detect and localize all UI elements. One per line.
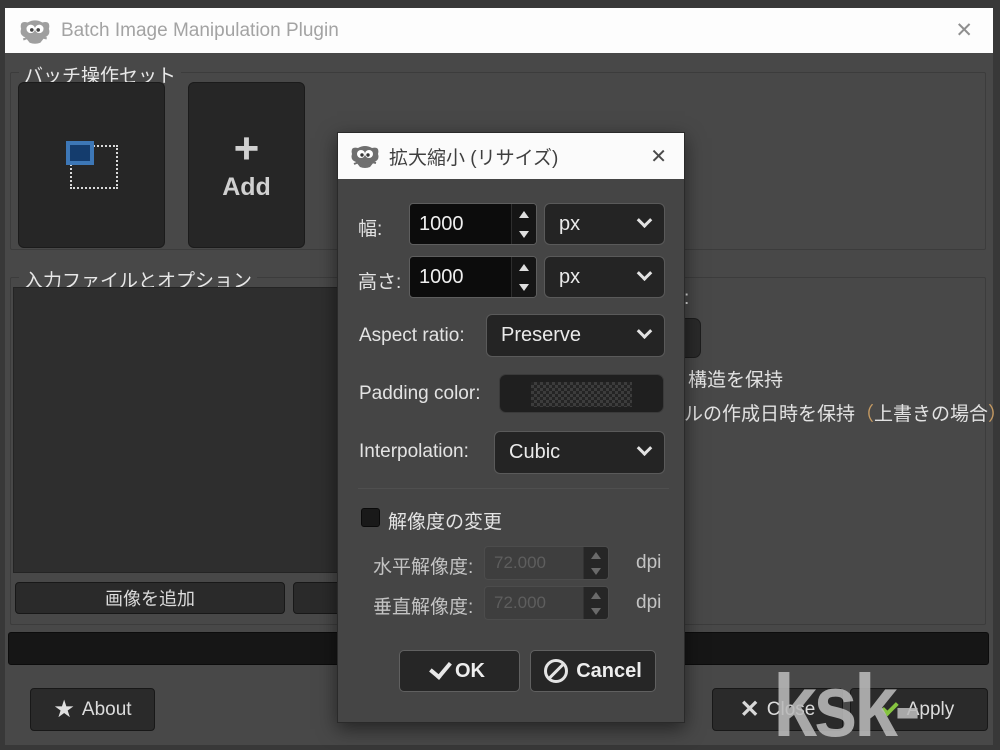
chevron-down-icon [637, 440, 653, 456]
keep-dates-label-fragment: ルの作成日時を保持（上書きの場合） [684, 399, 1000, 426]
padding-color-label: Padding color: [359, 383, 480, 405]
height-input[interactable] [410, 257, 511, 297]
chevron-down-icon [637, 212, 653, 228]
batch-step-resize-button[interactable] [18, 82, 165, 248]
arrow-up-icon [519, 264, 529, 271]
close-x-icon: ✕ [740, 698, 760, 722]
h-dpi-label: dpi [636, 552, 661, 574]
keep-structure-label-fragment: 構造を保持 [688, 365, 783, 392]
v-resolution-label: 垂直解像度: [373, 592, 473, 619]
change-resolution-checkbox[interactable] [361, 508, 380, 527]
height-label: 高さ: [358, 267, 401, 294]
h-res-spin-up-button [584, 547, 608, 563]
interpolation-dropdown[interactable]: Cubic [494, 431, 665, 474]
apply-check-icon [881, 699, 899, 717]
dialog-close-icon[interactable]: ✕ [645, 144, 672, 169]
resize-dialog: 拡大縮小 (リサイズ) ✕ 幅: px 高さ: px [337, 132, 685, 723]
width-spin-up-button[interactable] [512, 204, 536, 224]
resize-selection-icon [66, 141, 118, 189]
star-icon: ★ [53, 698, 75, 722]
height-spin-down-button[interactable] [512, 277, 536, 297]
padding-color-button[interactable] [499, 374, 664, 413]
add-button-label: Add [222, 173, 271, 202]
h-resolution-input [485, 547, 583, 579]
ok-check-icon [429, 656, 452, 680]
width-spin-down-button[interactable] [512, 224, 536, 244]
change-resolution-label: 解像度の変更 [388, 507, 502, 534]
cancel-button[interactable]: Cancel [530, 650, 656, 692]
arrow-down-icon [519, 284, 529, 291]
arrow-up-icon [591, 552, 601, 559]
width-input[interactable] [410, 204, 511, 244]
close-button[interactable]: ✕ Close [712, 688, 843, 731]
chevron-down-icon [637, 323, 653, 339]
interpolation-label: Interpolation: [359, 441, 469, 463]
about-button-label: About [82, 699, 132, 721]
bimp-window: Batch Image Manipulation Plugin ✕ バッチ操作セ… [0, 0, 1000, 750]
arrow-up-icon [519, 211, 529, 218]
transparency-checker-swatch [531, 382, 632, 407]
height-spin-up-button[interactable] [512, 257, 536, 277]
arrow-down-icon [591, 568, 601, 575]
cancel-prohibition-icon [544, 659, 568, 683]
window-close-icon[interactable]: ✕ [949, 18, 979, 43]
arrow-up-icon [591, 592, 601, 599]
window-titlebar: Batch Image Manipulation Plugin ✕ [5, 8, 993, 53]
about-button[interactable]: ★ About [30, 688, 155, 731]
v-dpi-label: dpi [636, 592, 661, 614]
dialog-titlebar: 拡大縮小 (リサイズ) ✕ [338, 133, 684, 179]
add-images-button[interactable]: 画像を追加 [15, 582, 285, 614]
cancel-button-label: Cancel [576, 660, 642, 683]
close-button-label: Close [767, 699, 816, 721]
separator [358, 488, 669, 489]
h-resolution-label: 水平解像度: [373, 552, 473, 579]
width-spinbox [409, 203, 537, 245]
gimp-wilber-icon [19, 18, 51, 44]
apply-button[interactable]: Apply [850, 688, 988, 731]
h-res-spin-down-button [584, 563, 608, 579]
dialog-title: 拡大縮小 (リサイズ) [389, 143, 558, 170]
window-title: Batch Image Manipulation Plugin [61, 20, 339, 42]
aspect-ratio-label: Aspect ratio: [359, 325, 465, 347]
h-resolution-spinbox [484, 546, 609, 580]
v-resolution-input [485, 587, 583, 619]
v-resolution-spinbox [484, 586, 609, 620]
v-res-spin-up-button [584, 587, 608, 603]
plus-icon: + [234, 129, 260, 169]
add-manipulation-button[interactable]: + Add [188, 82, 305, 248]
width-unit-dropdown[interactable]: px [544, 203, 665, 245]
ok-button-label: OK [455, 660, 485, 683]
arrow-down-icon [519, 231, 529, 238]
height-unit-dropdown[interactable]: px [544, 256, 665, 298]
height-spinbox [409, 256, 537, 298]
width-label: 幅: [358, 214, 382, 241]
apply-button-label: Apply [907, 699, 955, 721]
gimp-wilber-icon [350, 144, 380, 168]
v-res-spin-down-button [584, 603, 608, 619]
arrow-down-icon [591, 608, 601, 615]
aspect-ratio-dropdown[interactable]: Preserve [486, 314, 665, 357]
ok-button[interactable]: OK [399, 650, 520, 692]
chevron-down-icon [637, 265, 653, 281]
